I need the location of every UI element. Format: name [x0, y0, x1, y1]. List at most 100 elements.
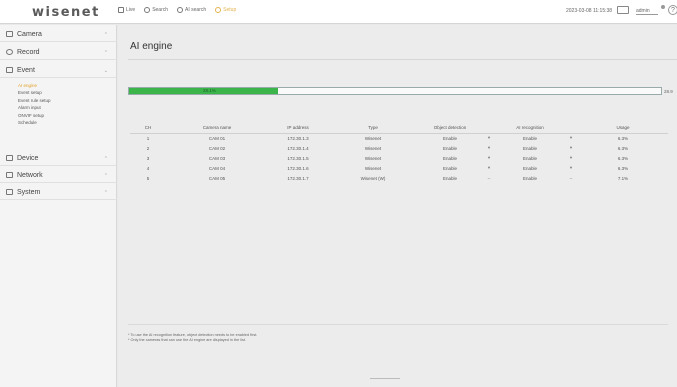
user-dropdown[interactable]: admin [636, 8, 658, 15]
usage-bar-max: 28.9 [664, 89, 673, 94]
ai-search-nav-button[interactable]: AI search [177, 7, 206, 13]
object-detection-select[interactable]: Enable [418, 173, 482, 183]
table-row: 2 CAM 02 172.30.1.4 Wisenet Enable ▾ Enable ▾ 6.… [130, 143, 668, 153]
live-nav-button[interactable]: Live [118, 7, 135, 13]
col-ai-recognition: AI recognition [496, 123, 564, 134]
table-header-row: CH Camera name IP address Type Object de… [130, 123, 668, 134]
table-body: 1 CAM 01 172.30.1.3 Wisenet Enable ▾ Enable ▾ 6.… [130, 133, 668, 183]
logo: wisenet [32, 5, 100, 20]
type-cell: Wisenet [364, 135, 382, 141]
object-detection-dropdown-icon[interactable]: ▾ [482, 153, 496, 163]
event-submenu: AI engine Event setup Event rule setup A… [18, 82, 51, 126]
chevron-up-icon: ⌃ [103, 190, 108, 196]
search-icon [144, 7, 151, 13]
sidebar-item-record[interactable]: Record ⌃ [0, 45, 117, 60]
submenu-event-setup[interactable]: Event setup [18, 89, 51, 96]
sidebar-item-device[interactable]: Device ⌃ [0, 151, 117, 166]
page-title: AI engine [130, 41, 173, 52]
object-detection-dropdown-icon[interactable]: ▾ [482, 133, 496, 143]
col-ch: CH [130, 123, 166, 134]
ch-cell: 1 [146, 135, 150, 141]
ai-recognition-select[interactable]: Enable [496, 143, 564, 153]
ai-recognition-dropdown-icon[interactable]: ▾ [564, 163, 578, 173]
table-row: 5 CAM 05 172.30.1.7 Wisenet (W) Enable – Enabl… [130, 173, 668, 183]
object-detection-select[interactable]: Enable [418, 133, 482, 143]
search-nav-button[interactable]: Search [144, 7, 168, 13]
type-cell: Wisenet [364, 155, 382, 161]
note-2: * Only the cameras that can use the AI e… [128, 338, 246, 342]
submenu-schedule[interactable]: Schedule [18, 119, 51, 126]
chevron-up-icon: ⌃ [103, 156, 108, 162]
usage-percent: 28.1% [203, 88, 216, 93]
scroll-handle[interactable] [370, 378, 400, 379]
sidebar-item-camera[interactable]: Camera ⌃ [0, 27, 117, 42]
object-detection-dropdown-icon[interactable]: ▾ [482, 163, 496, 173]
camera-icon [6, 31, 13, 37]
object-detection-dropdown-icon[interactable]: – [482, 173, 496, 183]
object-detection-dropdown-icon[interactable]: ▾ [482, 143, 496, 153]
ch-cell: 2 [146, 145, 150, 151]
ai-recognition-select[interactable]: Enable [496, 133, 564, 143]
usage-cell: 6.3% [617, 145, 629, 151]
ai-recognition-select[interactable]: Enable [496, 153, 564, 163]
system-icon [6, 189, 13, 195]
col-camera-name: Camera name [166, 123, 268, 134]
submenu-event-rule-setup[interactable]: Event rule setup [18, 97, 51, 104]
event-icon [6, 67, 13, 73]
monitor-icon [118, 7, 124, 13]
ai-recognition-dropdown-icon[interactable]: ▾ [564, 133, 578, 143]
type-cell: Wisenet (W) [360, 175, 386, 181]
sidebar-item-system[interactable]: System ⌃ [0, 185, 117, 200]
sidebar: Camera ⌃ Record ⌃ Event ⌄ AI engine Even… [0, 25, 117, 387]
ai-search-icon [177, 7, 184, 13]
setup-nav-button[interactable]: Setup [215, 7, 236, 13]
ai-recognition-dropdown-icon[interactable]: ▾ [564, 153, 578, 163]
ai-recognition-select[interactable]: Enable [496, 173, 564, 183]
col-object-detection: Object detection [418, 123, 482, 134]
network-icon [6, 172, 13, 178]
ai-recognition-dropdown-icon[interactable]: ▾ [564, 143, 578, 153]
ai-engine-usage-bar: 28.1% [128, 87, 662, 95]
chevron-up-icon: ⌃ [103, 173, 108, 179]
device-icon [6, 155, 13, 161]
main-panel: AI engine 28.1% 28.9 CH Camera name IP a… [118, 25, 677, 387]
table-row: 1 CAM 01 172.30.1.3 Wisenet Enable ▾ Enable ▾ 6.… [130, 133, 668, 143]
col-usage: Usage [578, 123, 668, 134]
submenu-alarm-input[interactable]: Alarm input [18, 104, 51, 111]
sidebar-item-event[interactable]: Event ⌄ [0, 63, 117, 78]
ch-cell: 5 [146, 175, 150, 181]
type-cell: Wisenet [364, 145, 382, 151]
camera-name-cell: CAM 05 [208, 175, 226, 181]
object-detection-select[interactable]: Enable [418, 153, 482, 163]
ai-recognition-dropdown-icon[interactable]: – [564, 173, 578, 183]
divider [128, 324, 668, 325]
ai-camera-table: CH Camera name IP address Type Object de… [130, 123, 668, 183]
ai-recognition-select[interactable]: Enable [496, 163, 564, 173]
top-bar: wisenet Live Search AI search Setup 2023… [0, 0, 677, 24]
pin-icon[interactable] [661, 5, 665, 9]
datetime: 2023-03-08 11:15:38 [566, 8, 613, 14]
sidebar-item-network[interactable]: Network ⌃ [0, 168, 117, 183]
ip-address-cell: 172.30.1.3 [287, 135, 309, 141]
submenu-onvif-setup[interactable]: ONVIF setup [18, 112, 51, 119]
network-status-icon[interactable] [617, 6, 629, 14]
camera-name-cell: CAM 01 [208, 135, 226, 141]
camera-name-cell: CAM 02 [208, 145, 226, 151]
gear-icon [215, 7, 222, 13]
type-cell: Wisenet [364, 165, 382, 171]
col-ai-recognition-arrow [564, 123, 578, 134]
ch-cell: 4 [146, 165, 150, 171]
submenu-ai-engine[interactable]: AI engine [18, 82, 51, 89]
help-icon[interactable]: ? [668, 5, 677, 15]
col-object-detection-arrow [482, 123, 496, 134]
usage-cell: 7.1% [617, 175, 629, 181]
usage-cell: 6.3% [617, 165, 629, 171]
ip-address-cell: 172.30.1.4 [287, 145, 309, 151]
ip-address-cell: 172.30.1.5 [287, 155, 309, 161]
col-ip-address: IP address [268, 123, 328, 134]
ip-address-cell: 172.30.1.6 [287, 165, 309, 171]
object-detection-select[interactable]: Enable [418, 163, 482, 173]
usage-cell: 6.3% [617, 155, 629, 161]
object-detection-select[interactable]: Enable [418, 143, 482, 153]
chevron-up-icon: ⌃ [103, 32, 108, 38]
